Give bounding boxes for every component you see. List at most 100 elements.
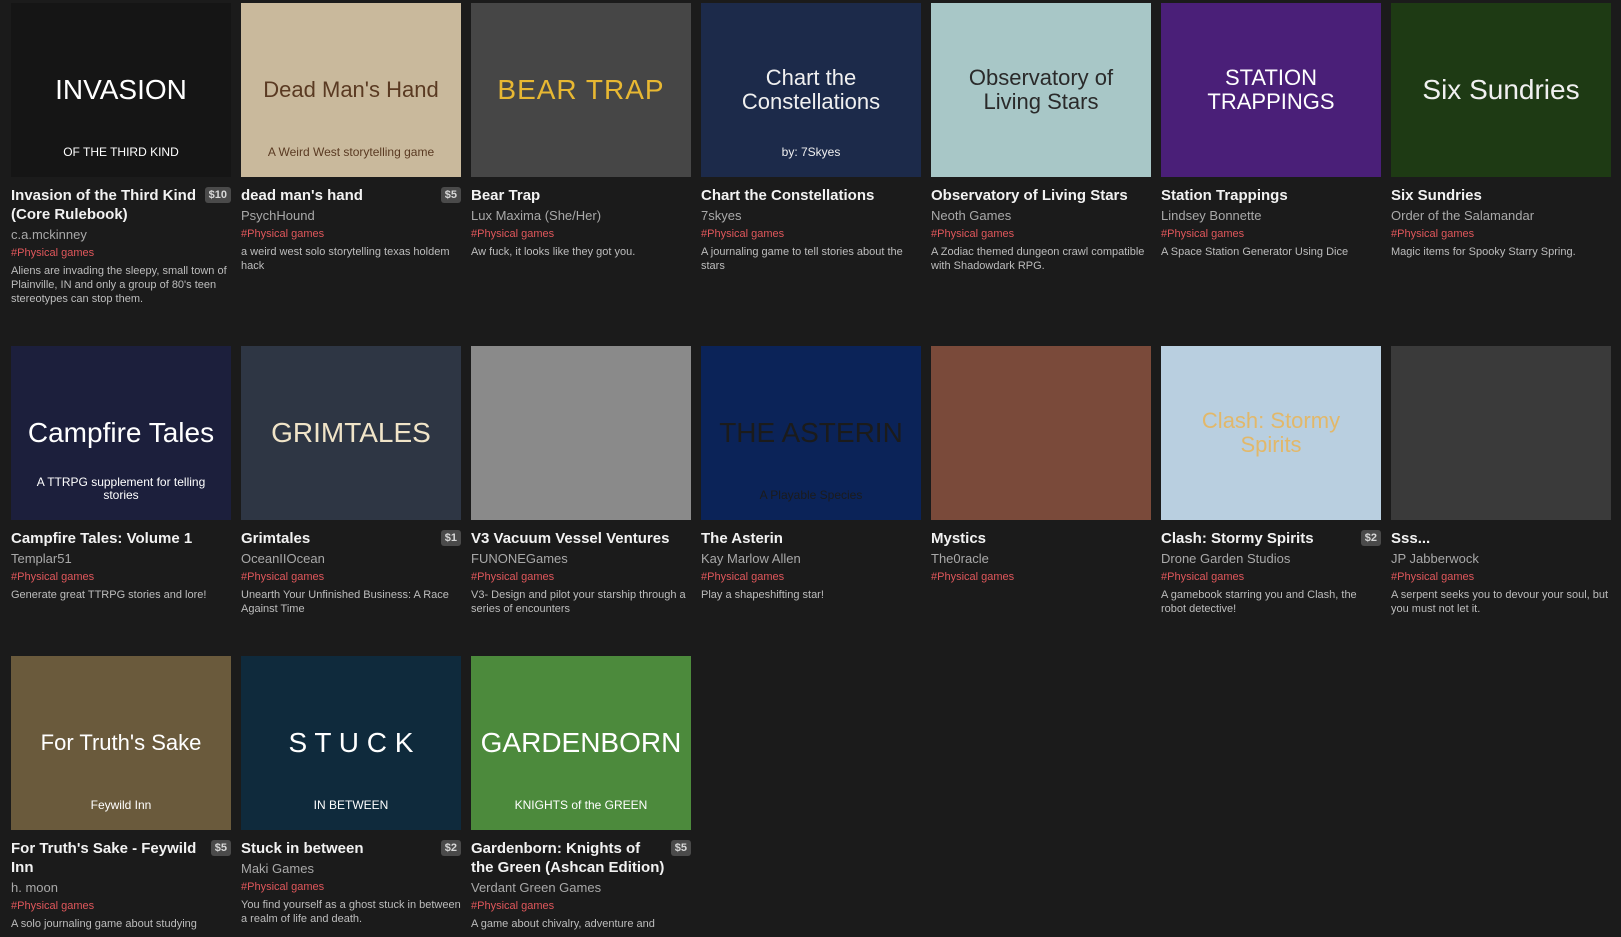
game-author[interactable]: Neoth Games (931, 207, 1151, 225)
game-tag[interactable]: #Physical games (471, 899, 691, 914)
game-title[interactable]: Invasion of the Third Kind (Core Ruleboo… (11, 186, 199, 224)
game-cover[interactable]: S T U C K IN BETWEEN (241, 656, 461, 830)
game-info: dead man's hand $5 PsychHound #Physical gam… (241, 177, 461, 273)
cover-title-text: INVASION (55, 73, 187, 105)
game-tag[interactable]: #Physical games (11, 899, 231, 914)
cover-subtitle-text: IN BETWEEN (313, 797, 389, 812)
game-title[interactable]: The Asterin (701, 529, 783, 548)
game-title[interactable]: V3 Vacuum Vessel Ventures (471, 529, 669, 548)
game-tag[interactable]: #Physical games (471, 570, 691, 585)
game-description: A solo journaling game about studying (11, 918, 197, 930)
game-card: Six Sundries Six Sundries Order of the Sal… (1391, 3, 1611, 346)
game-tag[interactable]: #Physical games (1391, 570, 1611, 585)
game-title[interactable]: For Truth's Sake - Feywild Inn (11, 839, 205, 877)
price-badge: $5 (670, 840, 691, 856)
game-card: Campfire Tales A TTRPG supplement for tel… (11, 346, 231, 656)
game-info: Chart the Constellations 7skyes #Physical … (701, 177, 921, 273)
game-tag[interactable]: #Physical games (241, 227, 461, 242)
game-cover[interactable]: STATION TRAPPINGS (1161, 3, 1381, 177)
game-cover[interactable]: BEAR TRAP (471, 3, 691, 177)
cover-subtitle-text: A TTRPG supplement for telling stories (36, 474, 206, 502)
game-title[interactable]: Six Sundries (1391, 186, 1482, 205)
game-title[interactable]: Sss... (1391, 529, 1430, 548)
game-title[interactable]: Campfire Tales: Volume 1 (11, 529, 192, 548)
game-author[interactable]: PsychHound (241, 207, 461, 225)
game-tag[interactable]: #Physical games (471, 227, 691, 242)
game-cover[interactable] (471, 346, 691, 520)
game-cover[interactable]: Six Sundries (1391, 3, 1611, 177)
game-title[interactable]: Mystics (931, 529, 986, 548)
game-cover[interactable] (1391, 346, 1611, 520)
game-tag[interactable]: #Physical games (1161, 570, 1381, 585)
price-badge: $10 (204, 187, 231, 203)
title-row: Campfire Tales: Volume 1 (11, 529, 231, 548)
game-tag[interactable]: #Physical games (11, 246, 231, 261)
game-tag[interactable]: #Physical games (931, 227, 1151, 242)
game-tag[interactable]: #Physical games (241, 570, 461, 585)
game-info: Clash: Stormy Spirits $2 Drone Garden Stud… (1161, 520, 1381, 616)
game-author[interactable]: The0racle (931, 550, 1151, 568)
cover-title-text: GRIMTALES (271, 416, 431, 448)
game-description: A gamebook starring you and Clash, the r… (1161, 589, 1357, 615)
game-title[interactable]: dead man's hand (241, 186, 363, 205)
game-title[interactable]: Grimtales (241, 529, 310, 548)
game-info: Bear Trap Lux Maxima (She/Her) #Physical g… (471, 177, 691, 259)
game-tag[interactable]: #Physical games (11, 570, 231, 585)
game-info: Invasion of the Third Kind (Core Ruleboo… (11, 177, 231, 306)
cover-title-text: S T U C K (288, 726, 414, 758)
cover-title-text: Six Sundries (1422, 73, 1580, 105)
game-cover[interactable]: GARDENBORN KNIGHTS of the GREEN (471, 656, 691, 830)
game-cover[interactable]: Dead Man's Hand A Weird West storytelling… (241, 3, 461, 177)
title-row: For Truth's Sake - Feywild Inn $5 (11, 839, 231, 877)
game-title[interactable]: Observatory of Living Stars (931, 186, 1128, 205)
game-title[interactable]: Bear Trap (471, 186, 540, 205)
game-cover[interactable]: For Truth's Sake Feywild Inn (11, 656, 231, 830)
game-title[interactable]: Chart the Constellations (701, 186, 874, 205)
game-tag[interactable]: #Physical games (1391, 227, 1611, 242)
game-author[interactable]: 7skyes (701, 207, 921, 225)
game-author[interactable]: Maki Games (241, 860, 461, 878)
game-author[interactable]: Lux Maxima (She/Her) (471, 207, 691, 225)
game-card: S T U C K IN BETWEEN Stuck in between $2 Mak… (241, 656, 461, 937)
game-cover[interactable]: Observatory of Living Stars (931, 3, 1151, 177)
game-title[interactable]: Stuck in between (241, 839, 364, 858)
game-author[interactable]: Drone Garden Studios (1161, 550, 1381, 568)
game-author[interactable]: FUNONEGames (471, 550, 691, 568)
game-tag[interactable]: #Physical games (241, 880, 461, 895)
game-tag[interactable]: #Physical games (1161, 227, 1381, 242)
game-cover[interactable]: Clash: Stormy Spirits (1161, 346, 1381, 520)
price-badge: $5 (440, 187, 461, 203)
game-card: STATION TRAPPINGS Station Trappings Lindse… (1161, 3, 1381, 346)
game-info: Grimtales $1 OceanIIOcean #Physical games Un… (241, 520, 461, 616)
game-title[interactable]: Clash: Stormy Spirits (1161, 529, 1314, 548)
game-card: GRIMTALES Grimtales $1 OceanIIOcean #Physica… (241, 346, 461, 656)
game-cover[interactable]: INVASION OF THE THIRD KIND (11, 3, 231, 177)
game-title[interactable]: Station Trappings (1161, 186, 1288, 205)
title-row: Sss... (1391, 529, 1611, 548)
game-info: V3 Vacuum Vessel Ventures FUNONEGames #Phy… (471, 520, 691, 616)
game-author[interactable]: Kay Marlow Allen (701, 550, 921, 568)
game-tag[interactable]: #Physical games (931, 570, 1151, 585)
game-title[interactable]: Gardenborn: Knights of the Green (Ashcan… (471, 839, 665, 877)
game-cover[interactable]: Campfire Tales A TTRPG supplement for tel… (11, 346, 231, 520)
game-author[interactable]: OceanIIOcean (241, 550, 461, 568)
cover-title-text: GARDENBORN (480, 726, 682, 758)
game-info: Sss... JP Jabberwock #Physical games A serp… (1391, 520, 1611, 616)
game-tag[interactable]: #Physical games (701, 227, 921, 242)
game-info: Campfire Tales: Volume 1 Templar51 #Physic… (11, 520, 231, 602)
game-author[interactable]: Templar51 (11, 550, 231, 568)
game-info: Gardenborn: Knights of the Green (Ashcan… (471, 830, 691, 931)
title-row: Observatory of Living Stars (931, 186, 1151, 205)
game-cover[interactable]: THE ASTERIN A Playable Species (701, 346, 921, 520)
game-cover[interactable]: Chart the Constellations by: 7Skyes (701, 3, 921, 177)
game-author[interactable]: Order of the Salamandar (1391, 207, 1611, 225)
game-author[interactable]: Verdant Green Games (471, 879, 691, 897)
game-author[interactable]: JP Jabberwock (1391, 550, 1611, 568)
game-description: V3- Design and pilot your starship throu… (471, 589, 686, 615)
game-tag[interactable]: #Physical games (701, 570, 921, 585)
game-author[interactable]: Lindsey Bonnette (1161, 207, 1381, 225)
game-author[interactable]: c.a.mckinney (11, 226, 231, 244)
game-cover[interactable]: GRIMTALES (241, 346, 461, 520)
game-author[interactable]: h. moon (11, 879, 231, 897)
game-cover[interactable] (931, 346, 1151, 520)
